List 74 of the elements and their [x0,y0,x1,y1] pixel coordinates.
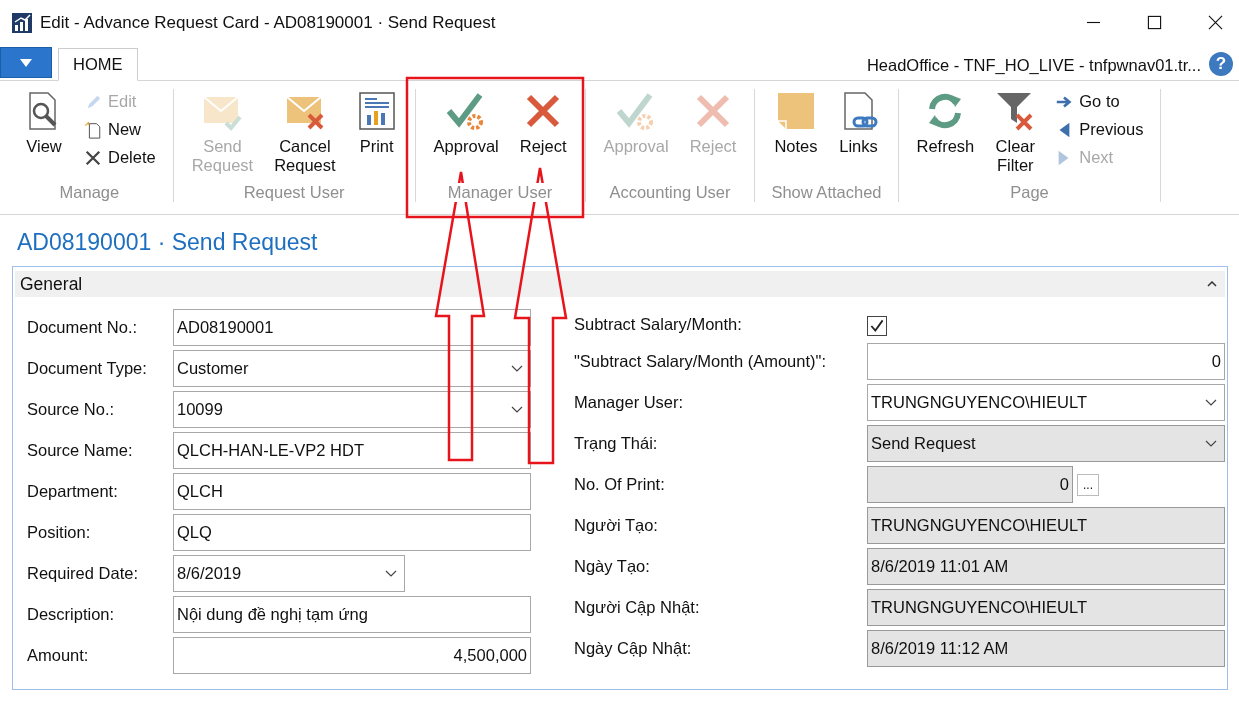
ribbon-button[interactable]: Go to [1053,89,1146,114]
input-field[interactable]: TRUNGNGUYENCO\HIEULT [867,589,1225,626]
delete-icon [84,148,102,167]
field-label: Document No.: [27,318,139,337]
field-label: Description: [27,605,116,624]
ribbon-button[interactable]: Reject [516,89,570,183]
section-header[interactable]: General [15,271,1225,297]
field-label: Amount: [27,646,90,665]
field-label: Required Date: [27,564,139,583]
input-field[interactable]: TRUNGNGUYENCO\HIEULT [867,507,1225,544]
input-field[interactable]: QLQ [173,514,531,551]
report-chart-icon [356,91,397,131]
app-menu-button[interactable] [0,47,52,78]
help-button[interactable]: ? [1209,52,1233,76]
chevron-down-icon [1205,439,1217,448]
field-label: Document Type: [27,359,148,378]
company-info: HeadOffice - TNF_HO_LIVE - tnfpwnav01.tr... [866,56,1201,75]
lookup-button[interactable]: ... [1077,473,1099,496]
group-label: Accounting User [608,183,732,202]
dropdown-field[interactable]: 8/6/2019 [173,555,405,592]
input-field[interactable]: QLCH-HAN-LE-VP2 HDT [173,432,531,469]
input-field[interactable]: 8/6/2019 11:12 AM [867,630,1225,667]
chevron-down-icon [511,364,523,373]
ribbon-button[interactable]: Notes [771,89,821,183]
group-label: Page [1009,183,1050,202]
ribbon-button[interactable]: New [82,117,158,142]
field-label: Ngày Cập Nhật: [574,639,693,658]
note-icon [775,91,816,131]
field-label: Department: [27,482,119,501]
checkbox[interactable] [867,316,887,336]
new-document-icon [84,120,102,139]
input-field[interactable]: 8/6/2019 11:01 AM [867,548,1225,585]
field-label: Ngày Tạo: [574,557,651,576]
field-label: Người Cập Nhật: [574,598,701,617]
dropdown-field[interactable]: TRUNGNGUYENCO\HIEULT [867,384,1225,421]
input-field[interactable]: QLCH [173,473,531,510]
field-label: No. Of Print: [574,475,666,494]
group-label: Manager User [446,183,554,202]
ribbon-tab[interactable]: HOME [58,48,138,81]
ribbon-button[interactable]: Refresh [913,89,978,183]
field-label: "Subtract Salary/Month (Amount)": [574,352,827,371]
field-label: Người Tạo: [574,516,659,535]
ribbon-button[interactable]: Cancel Request [271,89,339,183]
chevron-down-icon [511,405,523,414]
input-field[interactable]: AD08190001 [173,309,531,346]
field-label: Subtract Salary/Month: [574,314,743,334]
ribbon-button[interactable]: Delete [82,145,158,170]
input-field[interactable]: 4,500,000 [173,637,531,674]
field-label: Source Name: [27,441,134,460]
dropdown-field[interactable]: Customer [173,350,531,387]
ribbon-button[interactable]: View [21,89,67,183]
caret-up-icon [1207,281,1217,287]
ribbon-button[interactable]: Previous [1053,117,1146,142]
caret-down-icon [20,58,32,67]
chevron-down-icon [1205,398,1217,407]
ribbon-button[interactable]: Print [353,89,400,183]
dropdown-field[interactable]: Send Request [867,425,1225,462]
input-field[interactable]: Nội dung đề nghị tạm ứng [173,596,531,633]
group-label: Request User [242,183,346,202]
ribbon-button[interactable]: Approval [430,89,502,183]
input-field[interactable]: 0 [867,343,1225,380]
chevron-down-icon [385,569,397,578]
dropdown-field[interactable]: 10099 [173,391,531,428]
field-label: Source No.: [27,400,116,419]
window-title: Edit - Advance Request Card - AD08190001 · Send Request [40,12,496,33]
field-label: Manager User: [574,393,685,412]
input-field[interactable]: 0 [867,466,1073,503]
field-label: Trạng Thái: [574,434,659,453]
ribbon-button[interactable]: Links [835,89,882,183]
bar-chart-icon [12,12,32,33]
page-title: AD08190001 · Send Request [17,229,319,256]
group-label: Manage [58,183,121,202]
ribbon-button[interactable]: Clear Filter [992,89,1039,183]
field-label: Position: [27,523,92,542]
